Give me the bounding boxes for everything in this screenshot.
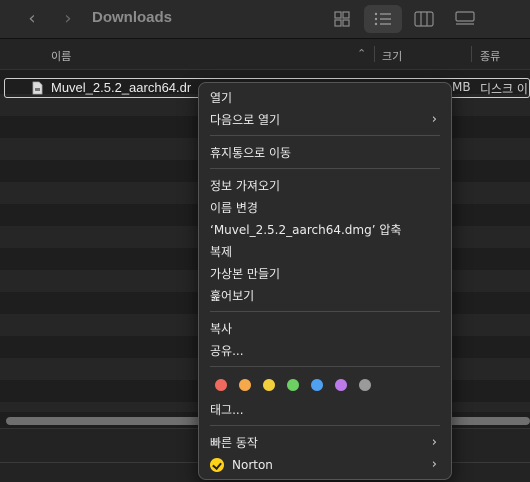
list-view-button[interactable] <box>364 5 402 33</box>
menu-item-norton[interactable]: Norton › <box>199 455 451 475</box>
menu-item-tags[interactable]: 태그... <box>210 400 244 420</box>
gallery-view-button[interactable] <box>450 5 480 33</box>
menu-item-quick-actions[interactable]: 빠른 동작 › <box>199 433 451 453</box>
forward-chevron-icon[interactable]: › <box>58 9 78 29</box>
file-size: MB <box>452 80 471 94</box>
menu-item-share[interactable]: 공유... <box>210 341 244 361</box>
menu-item-rename[interactable]: 이름 변경 <box>210 198 258 218</box>
column-view-button[interactable] <box>409 5 439 33</box>
tag-color-gray[interactable] <box>359 379 371 391</box>
menu-separator <box>210 135 440 136</box>
menu-item-copy[interactable]: 복사 <box>210 319 232 339</box>
menu-item-make-alias[interactable]: 가상본 만들기 <box>210 264 280 284</box>
toolbar: ‹ › Downloads <box>0 0 530 39</box>
menu-separator <box>210 311 440 312</box>
back-chevron-icon[interactable]: ‹ <box>22 9 42 29</box>
menu-item-open-with[interactable]: 다음으로 열기 › <box>199 110 451 130</box>
tag-color-blue[interactable] <box>311 379 323 391</box>
tag-color-purple[interactable] <box>335 379 347 391</box>
tag-color-green[interactable] <box>287 379 299 391</box>
grid-view-button[interactable] <box>328 5 356 33</box>
column-divider[interactable] <box>471 46 472 62</box>
column-size-header[interactable]: 크기 <box>382 48 402 64</box>
menu-item-compress[interactable]: ‘Muvel_2.5.2_aarch64.dmg’ 압축 <box>210 220 401 240</box>
dmg-file-icon <box>32 81 43 95</box>
menu-separator <box>210 366 440 367</box>
chevron-right-icon: › <box>431 112 437 127</box>
file-name[interactable]: Muvel_2.5.2_aarch64.dr <box>51 80 191 95</box>
window-title: Downloads <box>92 9 173 26</box>
menu-item-label: 다음으로 열기 <box>210 113 281 127</box>
gallery-view-icon <box>455 11 475 25</box>
menu-item-label: 빠른 동작 <box>210 436 258 450</box>
menu-item-label: Norton <box>232 458 273 472</box>
tag-color-yellow[interactable] <box>263 379 275 391</box>
context-menu: 열기 다음으로 열기 › 휴지통으로 이동 정보 가져오기 이름 변경 ‘Muv… <box>198 82 452 480</box>
chevron-right-icon: › <box>431 435 437 450</box>
column-header: 이름 ⌃ 크기 종류 <box>0 39 530 70</box>
tag-color-orange[interactable] <box>239 379 251 391</box>
chevron-right-icon: › <box>431 457 437 472</box>
list-view-icon <box>374 12 391 26</box>
menu-separator <box>210 168 440 169</box>
tag-color-red[interactable] <box>215 379 227 391</box>
file-kind: 디스크 이 <box>480 82 528 96</box>
sort-ascending-icon: ⌃ <box>357 48 367 60</box>
column-kind-header[interactable]: 종류 <box>480 48 500 64</box>
menu-item-open[interactable]: 열기 <box>210 88 232 108</box>
column-divider[interactable] <box>374 46 375 62</box>
menu-item-get-info[interactable]: 정보 가져오기 <box>210 176 280 196</box>
column-name-header[interactable]: 이름 <box>51 48 71 64</box>
grid-view-icon <box>334 11 350 27</box>
column-view-icon <box>414 11 434 27</box>
menu-item-duplicate[interactable]: 복제 <box>210 242 232 262</box>
menu-separator <box>210 425 440 426</box>
menu-item-move-to-trash[interactable]: 휴지통으로 이동 <box>210 143 291 163</box>
menu-item-quick-look[interactable]: 훑어보기 <box>210 286 254 306</box>
